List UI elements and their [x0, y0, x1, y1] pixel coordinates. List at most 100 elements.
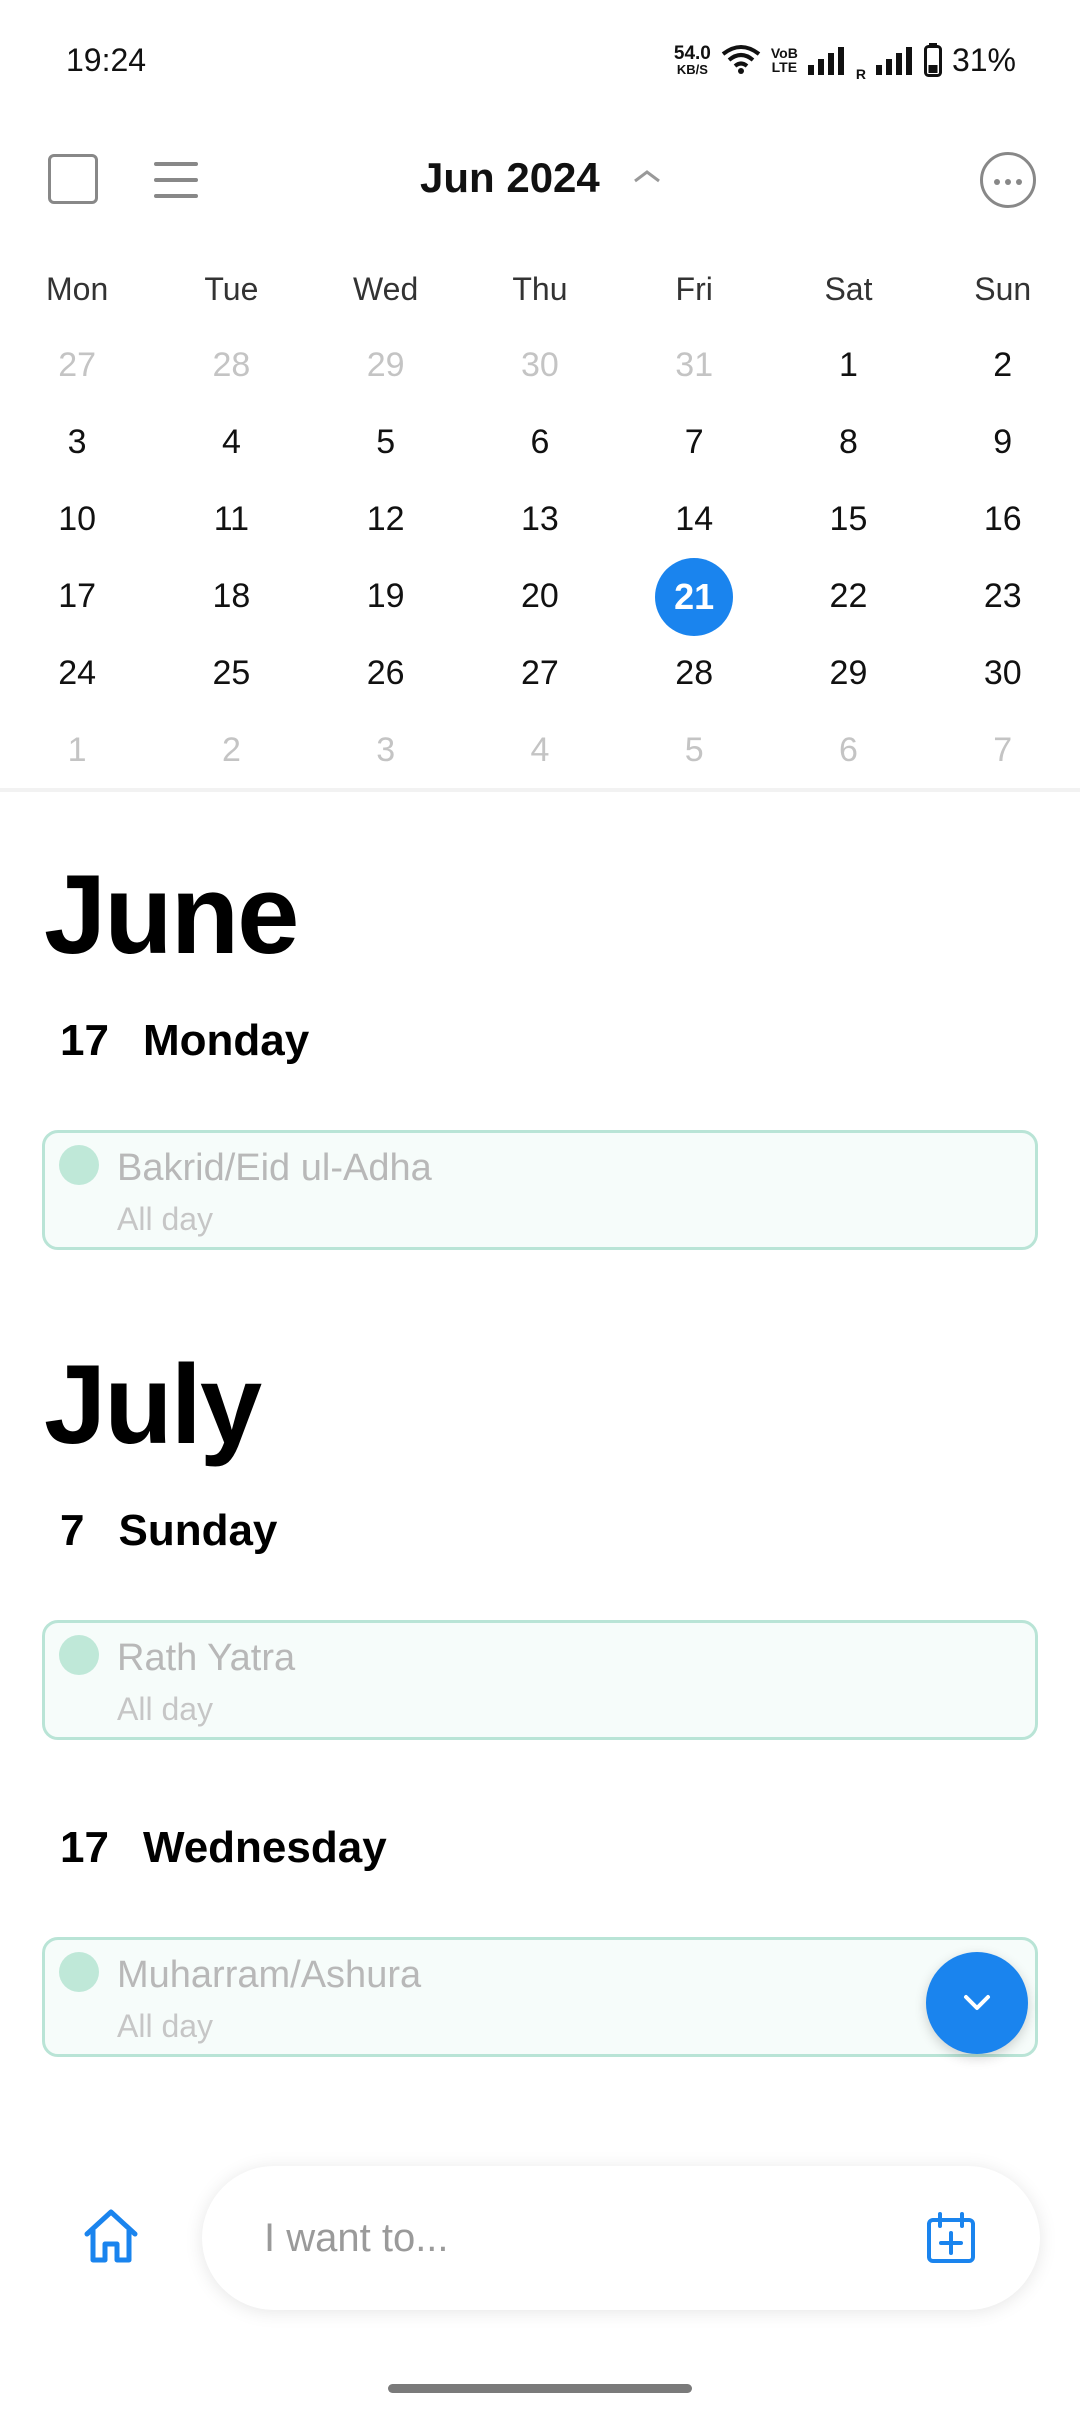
month-calendar: Mon Tue Wed Thu Fri Sat Sun 27 28 29 30 31 1 2…: [0, 250, 1080, 789]
status-time: 19:24: [66, 42, 147, 78]
calendar-day[interactable]: 3: [0, 404, 154, 481]
calendar-day[interactable]: 10: [0, 481, 154, 558]
weekday-label: Tue: [204, 270, 259, 307]
calendar-day-today[interactable]: 21: [617, 558, 771, 636]
calendar-weeks: 27 28 29 30 31 1 2 3 4 5 6 7 8 9 10 11 12 13 14 15 16 17 18 19 2…: [0, 327, 1080, 789]
calendar-day[interactable]: 17: [0, 558, 154, 635]
calendar-day-number: 28: [212, 346, 251, 384]
calendar-day-number: 11: [213, 500, 250, 538]
top-toolbar: Jun 2024: [0, 140, 1080, 220]
calendar-day[interactable]: 3: [309, 712, 463, 789]
agenda-day-header: 17 Monday: [60, 1016, 309, 1066]
calendar-week-row: 24 25 26 27 28 29 30: [0, 635, 1080, 712]
calendar-day[interactable]: 4: [463, 712, 617, 789]
calendar-day-number: 3: [376, 731, 396, 769]
calendar-day[interactable]: 14: [617, 481, 771, 558]
calendar-day-number: 18: [212, 577, 251, 615]
network-speed-unit: KB/S: [676, 62, 708, 77]
calendar-day[interactable]: 25: [154, 635, 308, 712]
calendar-day[interactable]: 11: [154, 481, 308, 558]
calendar-day-number: 16: [983, 500, 1022, 538]
calendar-day-number: 12: [366, 500, 405, 538]
event-card[interactable]: Bakrid/Eid ul-Adha All day: [42, 1130, 1038, 1250]
calendar-day[interactable]: 2: [154, 712, 308, 789]
calendar-day[interactable]: 26: [309, 635, 463, 712]
agenda-weekday: Monday: [142, 1016, 310, 1065]
calendar-day[interactable]: 5: [617, 712, 771, 789]
calendar-day[interactable]: 7: [926, 712, 1080, 789]
gesture-navigation-bar[interactable]: [388, 2384, 692, 2393]
volte-icon: VoB LTE: [771, 46, 798, 74]
calendar-day-number: 5: [684, 731, 704, 769]
event-time: All day: [117, 1691, 214, 1727]
month-year-title[interactable]: Jun 2024: [420, 154, 600, 202]
calendar-day[interactable]: 29: [771, 635, 925, 712]
calendar-day[interactable]: 15: [771, 481, 925, 558]
event-color-dot: [59, 1952, 99, 1992]
calendar-day[interactable]: 2: [926, 327, 1080, 404]
event-color-dot: [59, 1145, 99, 1185]
calendar-day-number: 30: [521, 346, 559, 384]
calendar-day[interactable]: 27: [463, 635, 617, 712]
volte-top: VoB: [770, 45, 798, 61]
calendar-day-number: 27: [521, 654, 559, 692]
menu-icon[interactable]: [154, 160, 198, 200]
calendar-day[interactable]: 31: [617, 327, 771, 404]
volte-bottom: LTE: [771, 59, 798, 75]
chevron-up-icon[interactable]: [632, 166, 662, 186]
calendar-day[interactable]: 27: [0, 327, 154, 404]
chevron-down-icon: [964, 1995, 990, 2010]
calendar-day-number: 4: [221, 423, 241, 461]
agenda-day-header: 17 Wednesday: [60, 1823, 387, 1873]
calendar-day[interactable]: 9: [926, 404, 1080, 481]
weekday-label: Thu: [512, 270, 568, 307]
event-title: Rath Yatra: [117, 1637, 296, 1679]
status-bar: 19:24 54.0 KB/S VoB LTE R 31%: [0, 0, 1080, 120]
event-card[interactable]: Rath Yatra All day: [42, 1620, 1038, 1740]
add-event-icon[interactable]: [926, 2212, 976, 2264]
calendar-day-number: 6: [839, 731, 858, 769]
event-card[interactable]: Muharram/Ashura All day: [42, 1937, 1038, 2057]
calendar-day-number: 7: [993, 731, 1013, 769]
calendar-day-number: 28: [675, 654, 714, 692]
calendar-day[interactable]: 8: [771, 404, 925, 481]
battery-percentage: 31%: [951, 41, 1016, 78]
quick-input[interactable]: I want to...: [202, 2166, 1040, 2310]
calendar-day[interactable]: 28: [154, 327, 308, 404]
calendar-day[interactable]: 12: [309, 481, 463, 558]
agenda-weekday: Wednesday: [142, 1823, 387, 1872]
calendar-day[interactable]: 1: [0, 712, 154, 789]
calendar-day[interactable]: 23: [926, 558, 1080, 635]
calendar-day[interactable]: 5: [309, 404, 463, 481]
calendar-day[interactable]: 28: [617, 635, 771, 712]
calendar-day[interactable]: 29: [309, 327, 463, 404]
calendar-day[interactable]: 19: [309, 558, 463, 635]
battery-icon: [923, 43, 942, 77]
more-options-icon[interactable]: [980, 152, 1036, 208]
calendar-day[interactable]: 13: [463, 481, 617, 558]
calendar-day[interactable]: 24: [0, 635, 154, 712]
calendar-week-row: 27 28 29 30 31 1 2: [0, 327, 1080, 404]
calendar-day[interactable]: 30: [926, 635, 1080, 712]
calendar-day[interactable]: 4: [154, 404, 308, 481]
calendar-day[interactable]: 1: [771, 327, 925, 404]
calendar-day[interactable]: 18: [154, 558, 308, 635]
calendar-day[interactable]: 22: [771, 558, 925, 635]
calendar-day-number: 29: [366, 346, 405, 384]
calendar-week-row: 1 2 3 4 5 6 7: [0, 712, 1080, 789]
calendar-day[interactable]: 16: [926, 481, 1080, 558]
calendar-day-number: 4: [530, 731, 550, 769]
calendar-day[interactable]: 30: [463, 327, 617, 404]
calendar-day[interactable]: 7: [617, 404, 771, 481]
calendar-day-number: 21: [655, 558, 734, 636]
calendar-day-number: 2: [221, 731, 241, 769]
calendar-day[interactable]: 20: [463, 558, 617, 635]
calendar-day[interactable]: 6: [771, 712, 925, 789]
checkbox-view-icon[interactable]: [48, 154, 98, 204]
event-time: All day: [117, 1201, 214, 1237]
scroll-down-button[interactable]: [926, 1952, 1028, 2054]
agenda-day-header: 7 Sunday: [60, 1506, 277, 1556]
calendar-day[interactable]: 6: [463, 404, 617, 481]
home-icon[interactable]: [82, 2208, 140, 2264]
wifi-icon: [721, 45, 761, 74]
